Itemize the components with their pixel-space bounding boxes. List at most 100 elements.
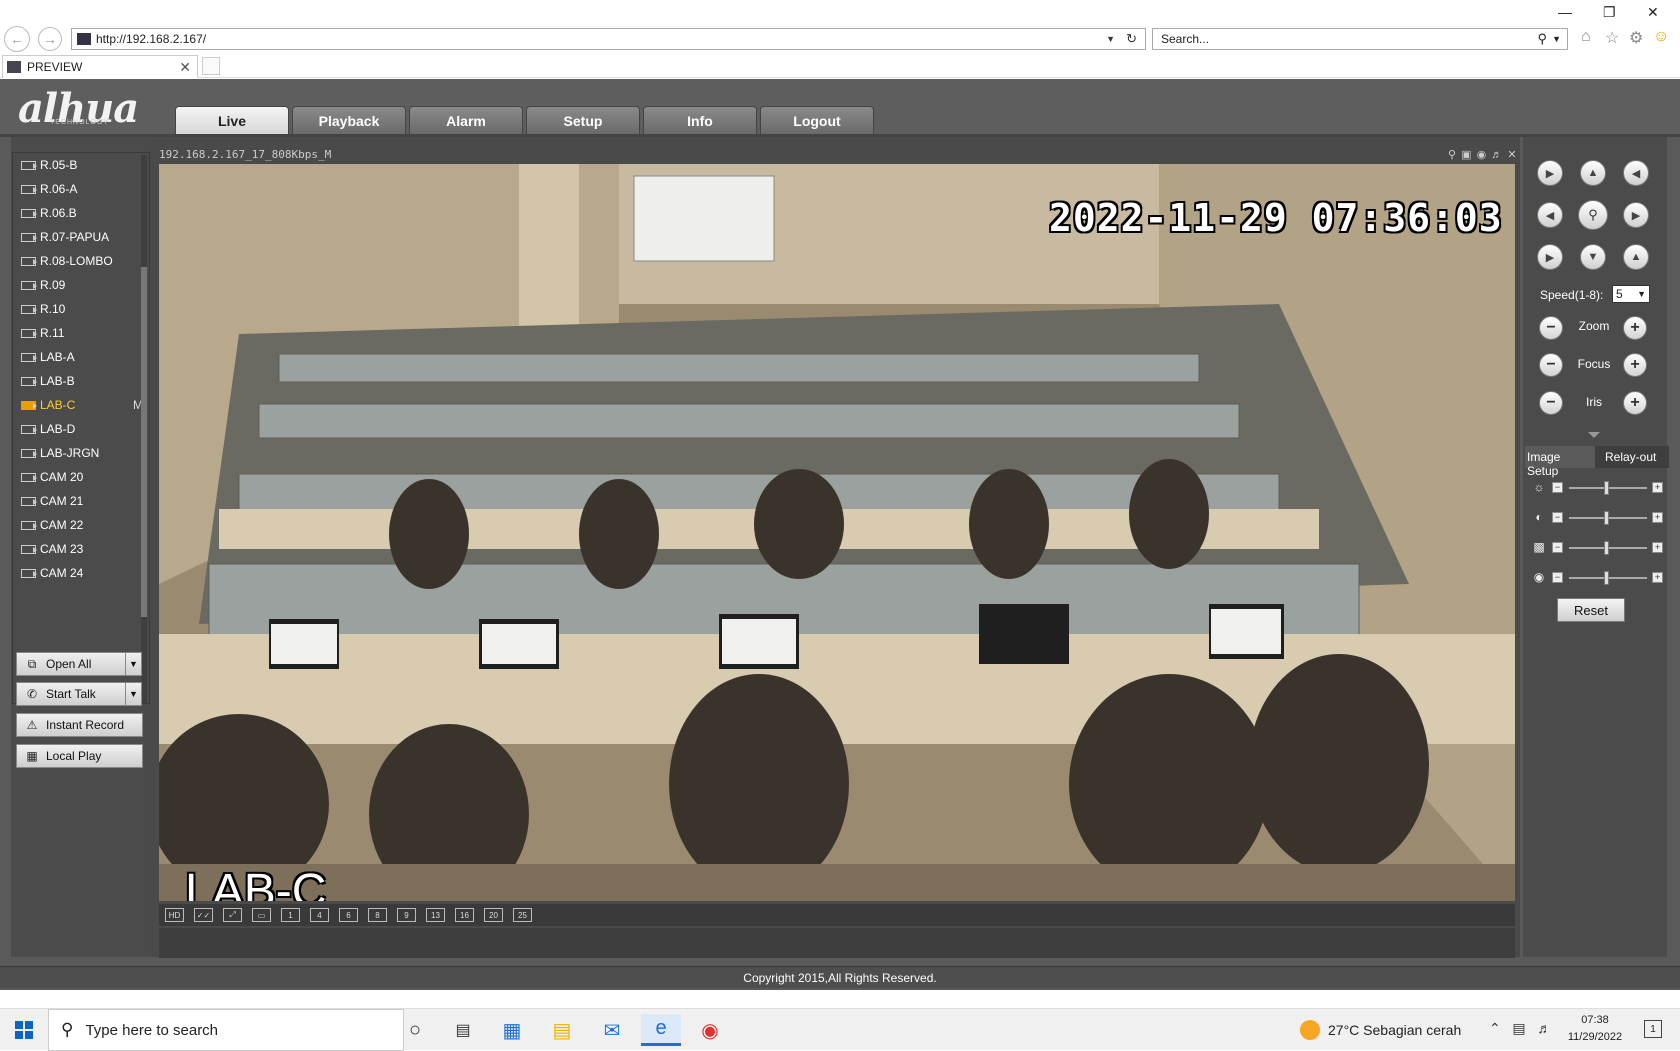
decrease-icon[interactable]: − bbox=[1552, 512, 1563, 523]
camera-list-item[interactable]: R.08-LOMBO bbox=[21, 251, 151, 271]
new-tab-button[interactable] bbox=[202, 57, 220, 75]
zoom-in-icon[interactable]: ⚲ bbox=[1448, 149, 1457, 161]
iris-plus-button[interactable]: + bbox=[1623, 391, 1647, 415]
restore-icon[interactable]: ❐ bbox=[1603, 4, 1616, 21]
nav-playback[interactable]: Playback bbox=[292, 106, 406, 134]
increase-icon[interactable]: + bbox=[1652, 572, 1663, 583]
address-bar[interactable]: http://192.168.2.167/ ▼ ↻ bbox=[71, 28, 1146, 50]
decrease-icon[interactable]: − bbox=[1552, 482, 1563, 493]
nav-live[interactable]: Live bbox=[175, 106, 289, 134]
chevron-up-icon[interactable]: ⌃ bbox=[1489, 1020, 1501, 1036]
system-clock[interactable]: 07:38 11/29/2022 bbox=[1560, 1012, 1630, 1046]
internet-explorer-icon[interactable]: e bbox=[641, 1014, 681, 1046]
camera-list-item[interactable]: R.10 bbox=[21, 299, 151, 319]
iris-minus-button[interactable]: − bbox=[1539, 391, 1563, 415]
camera-list-item[interactable]: CAM 20 bbox=[21, 467, 151, 487]
layout-button[interactable]: ⤢ bbox=[223, 908, 242, 922]
browser-tab[interactable]: PREVIEW ✕ bbox=[2, 55, 198, 78]
smiley-icon[interactable]: ☺ bbox=[1653, 28, 1669, 46]
focus-plus-button[interactable]: + bbox=[1623, 353, 1647, 377]
record-icon[interactable]: ◉ bbox=[1477, 149, 1488, 161]
hue-slider[interactable]: ◉ − + bbox=[1532, 570, 1663, 586]
layout-button[interactable]: 20 bbox=[484, 908, 503, 922]
video-feed[interactable]: 2022-11-29 07:36:03 LAB-C bbox=[159, 164, 1515, 901]
weather-widget[interactable]: 27°C Sebagian cerah bbox=[1300, 1020, 1461, 1040]
contrast-slider[interactable]: ◐ − + bbox=[1532, 510, 1663, 526]
close-icon[interactable]: ✕ bbox=[1647, 4, 1659, 21]
camera-list-item[interactable]: CAM 23 bbox=[21, 539, 151, 559]
tab-relay-out[interactable]: Relay-out bbox=[1605, 450, 1656, 464]
nav-logout[interactable]: Logout bbox=[760, 106, 874, 134]
task-view-icon[interactable]: ▤ bbox=[443, 1014, 483, 1046]
layout-button[interactable]: 4 bbox=[310, 908, 329, 922]
ptz-down-right-button[interactable]: ▲ bbox=[1623, 244, 1649, 270]
layout-button[interactable]: 8 bbox=[368, 908, 387, 922]
store-icon[interactable]: ▦ bbox=[492, 1014, 532, 1046]
layout-button[interactable]: 1 bbox=[281, 908, 300, 922]
chevron-down-icon[interactable]: ▼ bbox=[125, 652, 142, 676]
slider-knob[interactable] bbox=[1604, 571, 1609, 585]
nav-setup[interactable]: Setup bbox=[526, 106, 640, 134]
ptz-down-left-button[interactable]: ▶ bbox=[1537, 244, 1563, 270]
increase-icon[interactable]: + bbox=[1652, 512, 1663, 523]
browser-search-input[interactable]: Search... ⚲ ▼ bbox=[1152, 28, 1568, 50]
layout-button[interactable]: 6 bbox=[339, 908, 358, 922]
decrease-icon[interactable]: − bbox=[1552, 572, 1563, 583]
chevron-down-icon[interactable]: ▼ bbox=[1552, 34, 1561, 44]
tab-image-setup[interactable]: Image Setup bbox=[1525, 446, 1595, 478]
mail-icon[interactable]: ✉ bbox=[592, 1014, 632, 1046]
focus-minus-button[interactable]: − bbox=[1539, 353, 1563, 377]
ptz-right-button[interactable]: ▶ bbox=[1623, 202, 1649, 228]
layout-button[interactable]: 9 bbox=[397, 908, 416, 922]
decrease-icon[interactable]: − bbox=[1552, 542, 1563, 553]
layout-button[interactable]: 13 bbox=[426, 908, 445, 922]
volume-icon[interactable]: ♬ bbox=[1537, 1020, 1551, 1036]
camera-list-item[interactable]: CAM 24 bbox=[21, 563, 151, 583]
notification-center-icon[interactable]: 1 bbox=[1644, 1020, 1662, 1038]
address-url[interactable]: http://192.168.2.167/ bbox=[96, 32, 206, 46]
home-icon[interactable]: ⌂ bbox=[1581, 28, 1591, 46]
camera-list-item[interactable]: R.06.B bbox=[21, 203, 151, 223]
instant-record-button[interactable]: ⚠ Instant Record bbox=[16, 713, 143, 737]
camera-list-item[interactable]: R.05-B bbox=[21, 155, 151, 175]
chevron-down-icon[interactable]: ▼ bbox=[1106, 34, 1115, 44]
camera-list-item[interactable]: LAB-A bbox=[21, 347, 151, 367]
increase-icon[interactable]: + bbox=[1652, 482, 1663, 493]
file-explorer-icon[interactable]: ▤ bbox=[542, 1014, 582, 1046]
taskbar-search-input[interactable]: ⚲ Type here to search bbox=[48, 1009, 404, 1051]
slider-knob[interactable] bbox=[1604, 511, 1609, 525]
collapse-arrow-icon[interactable] bbox=[1588, 432, 1600, 444]
ptz-up-left-button[interactable]: ▶ bbox=[1537, 160, 1563, 186]
back-button[interactable]: ← bbox=[4, 26, 30, 52]
layout-button[interactable]: ▭ bbox=[252, 908, 271, 922]
ptz-up-button[interactable]: ▲ bbox=[1580, 160, 1606, 186]
speed-select[interactable]: 5 ▼ bbox=[1612, 285, 1650, 303]
chrome-icon[interactable]: ◉ bbox=[690, 1014, 730, 1046]
ptz-down-button[interactable]: ▼ bbox=[1580, 244, 1606, 270]
layout-button[interactable]: ✓✓ bbox=[194, 908, 213, 922]
camera-list-item[interactable]: LAB-D bbox=[21, 419, 151, 439]
cortana-icon[interactable]: ○ bbox=[395, 1014, 435, 1046]
saturation-slider[interactable]: ▩ − + bbox=[1532, 540, 1663, 556]
ptz-auto-focus-icon[interactable]: ⚲ bbox=[1578, 200, 1608, 230]
camera-list-item[interactable]: LAB-JRGN bbox=[21, 443, 151, 463]
chevron-down-icon[interactable]: ▼ bbox=[125, 682, 142, 706]
camera-list-scrollbar[interactable] bbox=[141, 155, 147, 703]
minimize-icon[interactable]: — bbox=[1558, 4, 1572, 20]
camera-list-item[interactable]: R.06-A bbox=[21, 179, 151, 199]
layout-button[interactable]: 16 bbox=[455, 908, 474, 922]
close-video-icon[interactable]: ✕ bbox=[1507, 149, 1517, 161]
snapshot-icon[interactable]: ▣ bbox=[1461, 149, 1472, 161]
scrollbar-thumb[interactable] bbox=[141, 267, 147, 617]
close-tab-icon[interactable]: ✕ bbox=[179, 59, 191, 76]
reset-button[interactable]: Reset bbox=[1557, 598, 1625, 622]
start-talk-button[interactable]: ✆ Start Talk ▼ bbox=[16, 682, 142, 706]
slider-knob[interactable] bbox=[1604, 481, 1609, 495]
forward-button[interactable]: → bbox=[38, 27, 62, 51]
nav-alarm[interactable]: Alarm bbox=[409, 106, 523, 134]
gear-icon[interactable]: ⚙ bbox=[1629, 28, 1643, 48]
search-icon[interactable]: ⚲ bbox=[1537, 31, 1547, 47]
camera-list-item[interactable]: CAM 22 bbox=[21, 515, 151, 535]
camera-list-item[interactable]: R.11 bbox=[21, 323, 151, 343]
camera-list-item[interactable]: LAB-B bbox=[21, 371, 151, 391]
